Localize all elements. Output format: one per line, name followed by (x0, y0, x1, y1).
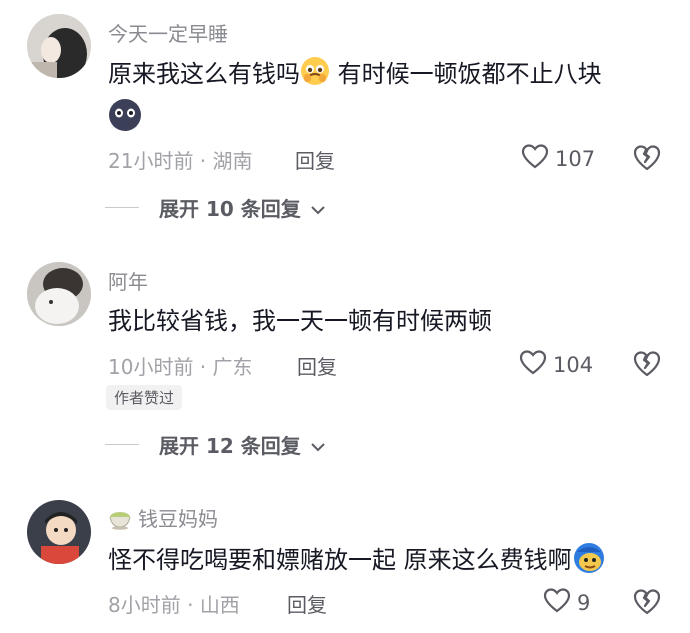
comment-text-part: 怪不得吃喝要和嫖赌放一起 原来这么费钱啊 (108, 546, 572, 574)
divider (105, 207, 139, 208)
username-text: 钱豆妈妈 (138, 507, 218, 531)
expand-replies-button[interactable]: 展开 12 条回复 (105, 430, 325, 459)
like-count: 9 (577, 590, 591, 615)
comment-text-part: 原来我这么有钱吗 (108, 60, 300, 88)
doge-emoji (572, 540, 606, 582)
divider (105, 444, 139, 445)
username[interactable]: 钱豆妈妈 (108, 503, 218, 535)
comment-text: 原来我这么有钱吗 有时候一顿饭都不止八块 (108, 56, 602, 94)
timestamp: 21小时前 (108, 149, 194, 173)
expand-replies-label: 展开 10 条回复 (159, 197, 301, 221)
separator: · (193, 355, 213, 379)
comment-text: 怪不得吃喝要和嫖赌放一起 原来这么费钱啊 (108, 540, 606, 582)
like-count: 107 (555, 146, 596, 171)
reply-button[interactable]: 回复 (287, 589, 327, 618)
dark-round-face-emoji (108, 98, 142, 136)
author-liked-badge: 作者赞过 (106, 385, 183, 410)
chevron-down-icon (311, 433, 325, 457)
avatar[interactable] (27, 262, 91, 326)
dislike-button[interactable] (632, 586, 662, 616)
comment-meta: 8小时前 · 山西 (108, 589, 240, 618)
avatar[interactable] (27, 500, 91, 564)
like-button[interactable]: 107 (521, 143, 595, 174)
like-count: 104 (553, 352, 594, 377)
username[interactable]: 今天一定早睡 (108, 18, 228, 47)
broken-heart-icon (632, 145, 662, 176)
comment-text: 我比较省钱，我一天一顿有时候两顿 (108, 307, 492, 335)
heart-icon (521, 143, 549, 174)
broken-heart-icon (632, 351, 662, 382)
dislike-button[interactable] (632, 142, 662, 172)
expand-replies-button[interactable]: 展开 10 条回复 (105, 193, 325, 222)
dislike-button[interactable] (632, 348, 662, 378)
separator: · (193, 149, 213, 173)
separator: · (180, 593, 200, 617)
location: 湖南 (212, 149, 253, 173)
crying-face-emoji (300, 56, 330, 94)
location: 广东 (212, 355, 253, 379)
heart-icon (543, 587, 571, 618)
username[interactable]: 阿年 (108, 266, 148, 295)
timestamp: 8小时前 (108, 593, 181, 617)
avatar[interactable] (27, 14, 91, 78)
location: 山西 (199, 593, 240, 617)
comment-text-part: 有时候一顿饭都不止八块 (330, 60, 602, 88)
comment-meta: 21小时前 · 湖南 (108, 145, 253, 174)
like-button[interactable]: 104 (519, 349, 593, 380)
chevron-down-icon (311, 196, 325, 220)
comment-meta: 10小时前 · 广东 (108, 351, 253, 380)
tea-cup-icon (108, 508, 132, 535)
expand-replies-label: 展开 12 条回复 (159, 434, 301, 458)
timestamp: 10小时前 (108, 355, 194, 379)
reply-button[interactable]: 回复 (295, 145, 335, 174)
like-button[interactable]: 9 (543, 587, 590, 618)
broken-heart-icon (632, 589, 662, 620)
reply-button[interactable]: 回复 (297, 351, 337, 380)
heart-icon (519, 349, 547, 380)
